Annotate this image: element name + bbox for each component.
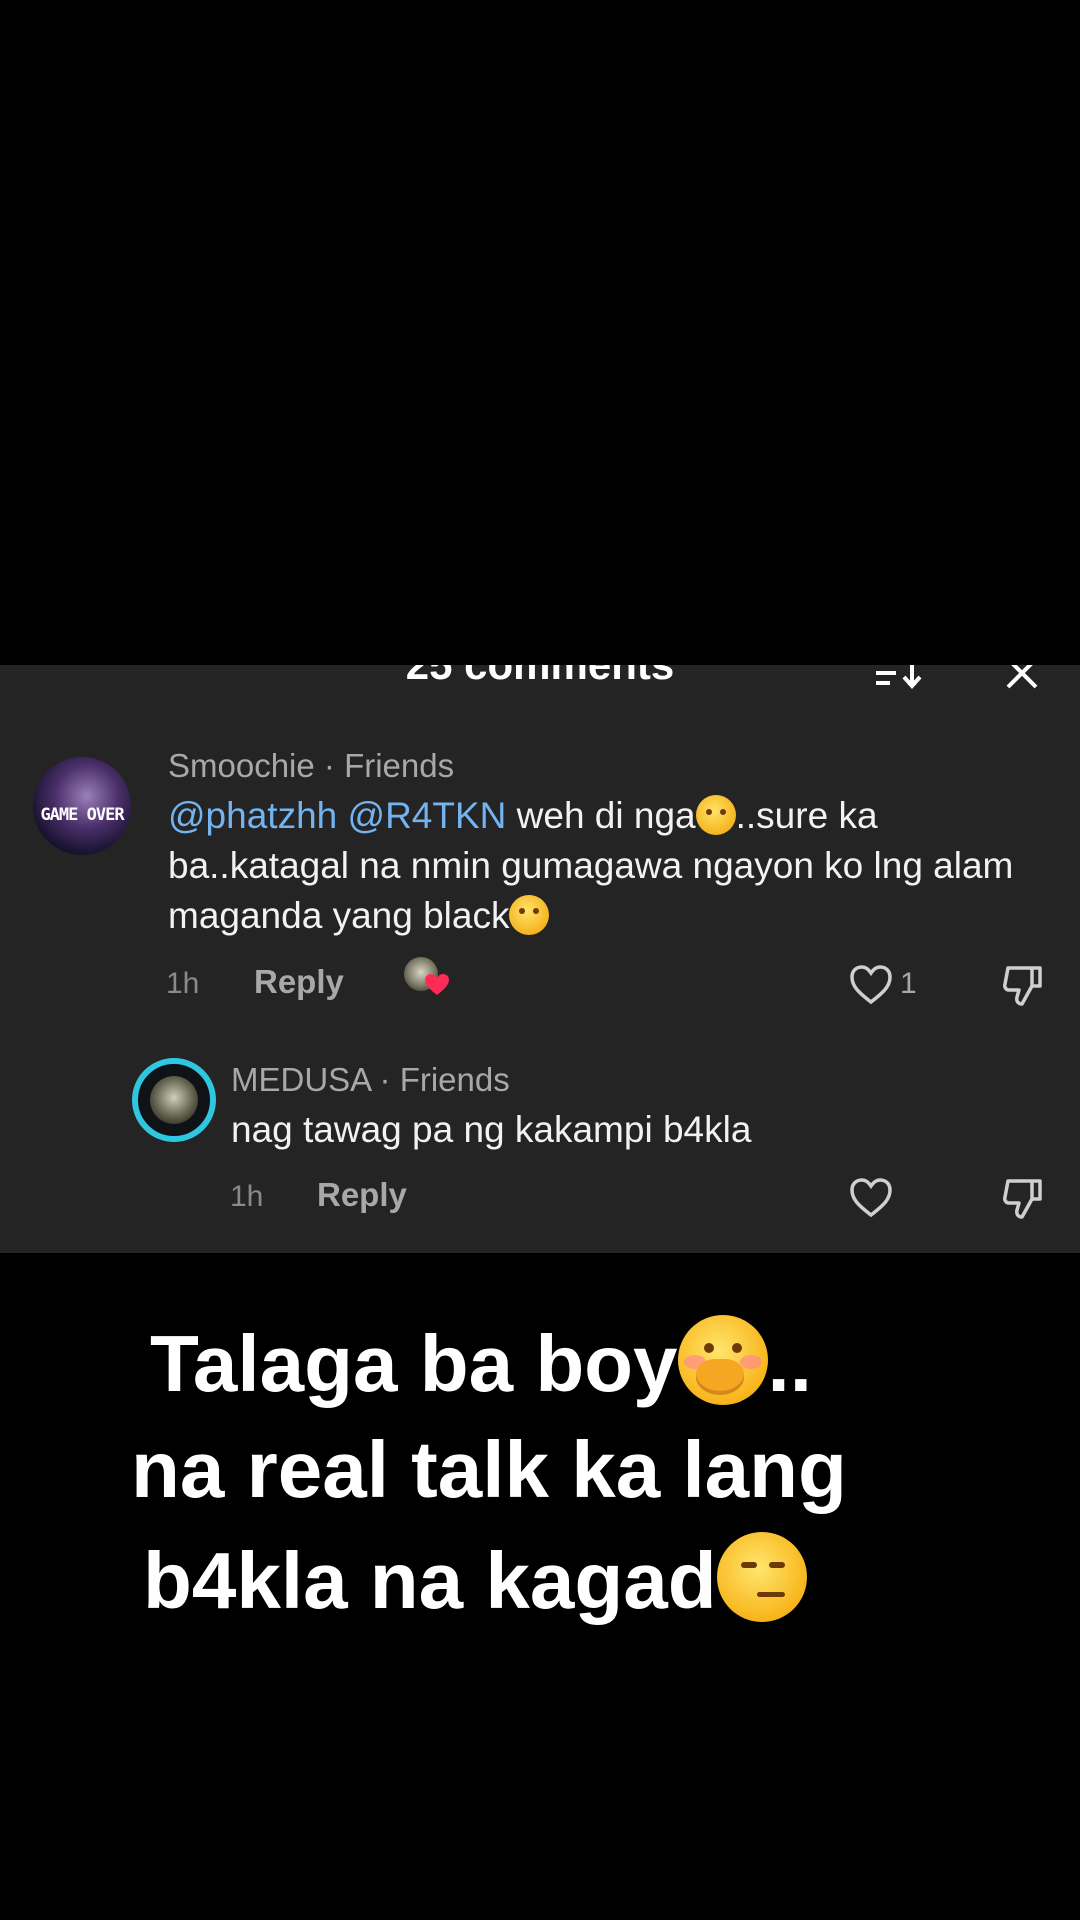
smirking-face-icon: [695, 795, 736, 835]
comment-text: nag tawag pa ng kakampi b4kla: [231, 1109, 752, 1150]
caption-line-2: na real talk ka lang: [131, 1425, 847, 1514]
caption-line-1: Talaga ba boy..: [150, 1315, 812, 1410]
caption-text: ..: [767, 1319, 812, 1408]
like-heart-icon[interactable]: [848, 1175, 894, 1221]
reply-button[interactable]: Reply: [254, 963, 344, 1001]
caption-line-3: b4kla na kagad: [143, 1532, 807, 1627]
sort-icon[interactable]: [874, 665, 924, 693]
avatar-image: [150, 1076, 198, 1124]
creator-liked-badge: [404, 957, 452, 1001]
relation-label: Friends: [399, 1061, 510, 1098]
close-icon[interactable]: [1000, 665, 1044, 695]
face-with-hand-over-mouth-icon: [509, 895, 550, 935]
like-count: 1: [900, 967, 917, 1000]
dislike-icon[interactable]: [1000, 962, 1046, 1008]
comment-text: @phatzhh @R4TKN weh di nga ..sure ka ba..…: [168, 791, 1028, 941]
caption-text: Talaga ba boy: [150, 1319, 678, 1408]
username-text[interactable]: MEDUSA: [231, 1061, 370, 1098]
caption-text: b4kla na kagad: [143, 1536, 717, 1625]
mention-link[interactable]: @R4TKN: [348, 795, 507, 836]
relation-label: Friends: [344, 747, 455, 784]
comment-time: 1h: [166, 967, 200, 1000]
smirking-face-icon: [716, 1532, 807, 1622]
avatar[interactable]: [132, 1058, 216, 1142]
like-heart-icon[interactable]: [848, 962, 894, 1008]
comment-username[interactable]: Smoochie · Friends: [168, 747, 454, 785]
comment-text-part: weh di nga: [516, 795, 696, 836]
comment-username[interactable]: MEDUSA · Friends: [231, 1061, 510, 1099]
heart-filled-icon: [425, 974, 449, 995]
username-text[interactable]: Smoochie: [168, 747, 315, 784]
face-with-hand-over-mouth-icon: [677, 1315, 768, 1405]
reply-button[interactable]: Reply: [317, 1176, 407, 1214]
dislike-icon[interactable]: [1000, 1175, 1046, 1221]
comment-time: 1h: [230, 1180, 264, 1213]
avatar[interactable]: GAME OVER: [33, 757, 131, 855]
comments-header: 25 comments: [0, 665, 1080, 695]
avatar-text: GAME OVER: [40, 805, 124, 825]
comments-panel: 25 comments GAME OVER Smoochie · Friends…: [0, 665, 1080, 1253]
mention-link[interactable]: @phatzhh: [168, 795, 337, 836]
